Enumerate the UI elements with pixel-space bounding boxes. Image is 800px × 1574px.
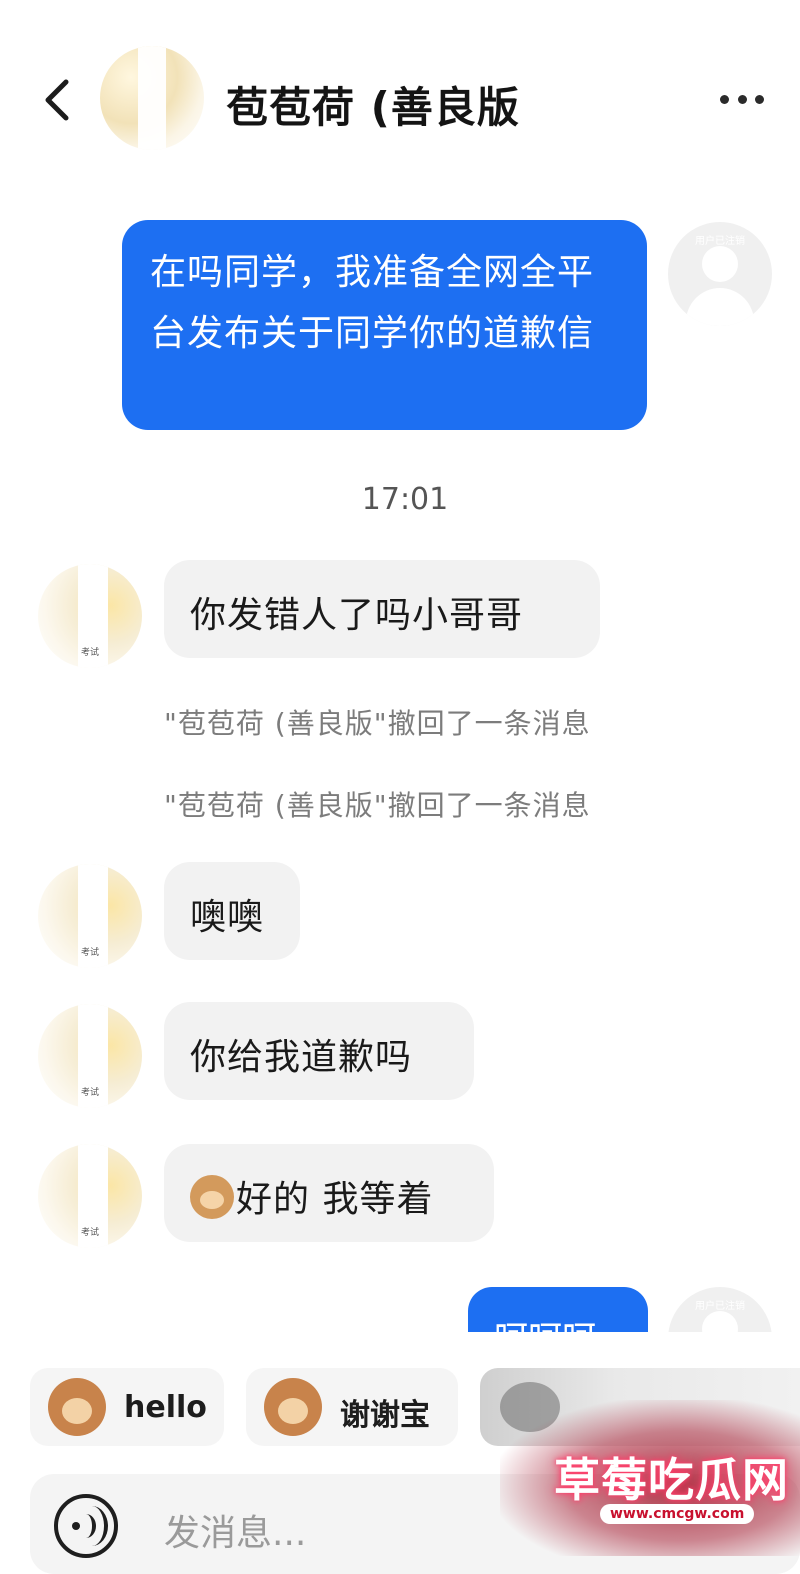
message-content: 好的 我等着 <box>190 1170 433 1222</box>
message-text: 噢噢 <box>190 897 265 938</box>
recall-notice: "苞苞荷 (善良版"撤回了一条消息 <box>164 707 591 740</box>
chat-title: 苞苞荷 (善良版 <box>226 83 520 132</box>
voice-icon[interactable] <box>54 1494 118 1558</box>
message-text: 好的 我等着 <box>236 1179 434 1220</box>
message-bubble-outgoing[interactable]: 在吗同学，我准备全网全平台发布关于同学你的道歉信 <box>122 220 647 430</box>
message-bubble-incoming[interactable]: 你发错人了吗小哥哥 <box>164 560 600 658</box>
recall-notice: "苞苞荷 (善良版"撤回了一条消息 <box>164 789 591 822</box>
message-timestamp: 17:01 <box>361 482 449 517</box>
avatar-tag: 用户已注销 <box>695 236 745 247</box>
chat-header: 苞苞荷 (善良版 <box>0 0 800 200</box>
more-options-icon[interactable] <box>720 92 764 106</box>
avatar-tag: 考试 <box>80 948 99 958</box>
message-text: 你发错人了吗小哥哥 <box>190 595 524 636</box>
watermark-text: 草莓吃瓜网 <box>554 1453 789 1507</box>
my-avatar[interactable]: 用户已注销 <box>668 222 772 326</box>
quick-reply-label: hello <box>124 1390 207 1425</box>
avatar-tag: 考试 <box>80 1088 99 1098</box>
contact-avatar-small[interactable]: 考试 <box>38 1144 142 1248</box>
contact-avatar-small[interactable]: 考试 <box>38 1004 142 1108</box>
avatar-tag: 考试 <box>80 648 99 658</box>
input-placeholder: 发消息... <box>164 1513 307 1554</box>
message-text: 在吗同学，我准备全网全平台发布关于同学你的道歉信 <box>150 252 595 354</box>
monkey-emoji-icon <box>48 1378 106 1436</box>
contact-avatar-small[interactable]: 考试 <box>38 864 142 968</box>
quick-reply-thanks[interactable]: 谢谢宝 <box>246 1368 458 1446</box>
contact-avatar-small[interactable]: 考试 <box>38 564 142 668</box>
quick-reply-label: 谢谢宝 <box>340 1398 430 1433</box>
watermark-url: www.cmcgw.com <box>600 1504 755 1524</box>
dog-emoji-icon <box>190 1175 234 1219</box>
quick-reply-hello[interactable]: hello <box>30 1368 224 1446</box>
site-watermark: 草莓吃瓜网 www.cmcgw.com <box>500 1400 800 1556</box>
avatar-tag: 考试 <box>80 1228 99 1238</box>
monkey-rose-emoji-icon <box>264 1378 322 1436</box>
message-bubble-incoming[interactable]: 噢噢 <box>164 862 300 960</box>
avatar-tag: 用户已注销 <box>695 1301 745 1312</box>
message-text: 你给我道歉吗 <box>190 1037 413 1078</box>
back-icon[interactable] <box>38 78 78 122</box>
message-bubble-incoming[interactable]: 好的 我等着 <box>164 1144 494 1242</box>
contact-avatar[interactable] <box>100 46 204 150</box>
message-bubble-incoming[interactable]: 你给我道歉吗 <box>164 1002 474 1100</box>
